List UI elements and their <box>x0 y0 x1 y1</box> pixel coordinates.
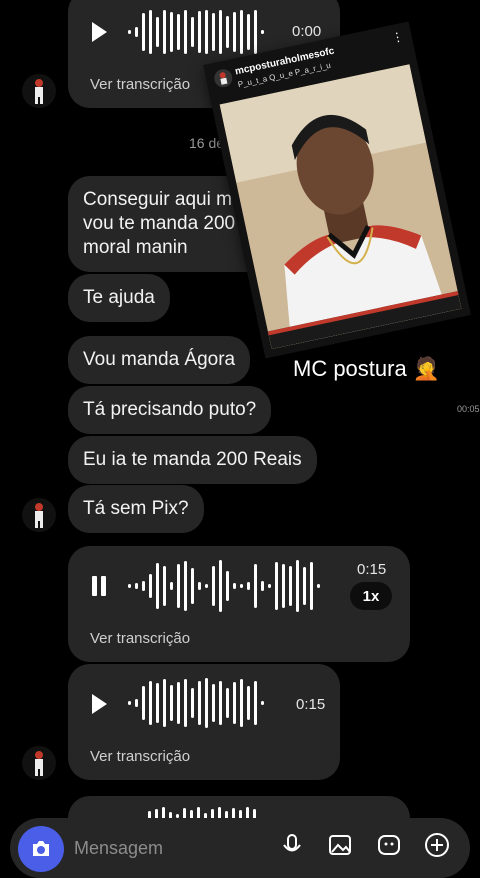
side-timestamp: 00:05 <box>457 404 480 414</box>
avatar-figure-icon <box>35 79 43 104</box>
message-line: moral manin <box>83 237 188 258</box>
plus-icon[interactable] <box>424 832 450 858</box>
pause-icon[interactable] <box>92 576 106 596</box>
waveform <box>128 8 264 56</box>
message-bubble[interactable]: Eu ia te manda 200 Reais <box>68 436 317 484</box>
contact-avatar[interactable] <box>22 746 56 780</box>
sticker-icon[interactable] <box>376 832 402 858</box>
microphone-icon[interactable] <box>279 832 305 858</box>
view-transcript-link[interactable]: Ver transcrição <box>90 748 190 765</box>
post-avatar-icon <box>214 69 233 88</box>
person-photo-illustration <box>219 64 462 350</box>
message-input[interactable]: Mensagem <box>74 838 163 859</box>
message-bubble[interactable]: Tá precisando puto? <box>68 386 272 434</box>
avatar-figure-icon <box>35 503 43 528</box>
voice-duration: 0:00 <box>292 23 322 40</box>
voice-message: 0:15 Ver transcrição <box>68 664 340 780</box>
camera-icon[interactable] <box>18 826 64 872</box>
more-vertical-icon[interactable]: ⋮ <box>390 29 405 45</box>
avatar-figure-icon <box>35 751 43 776</box>
contact-avatar[interactable] <box>22 498 56 532</box>
voice-message-playing: 0:15 1x Ver transcrição <box>68 546 410 662</box>
camera-glyph-icon <box>33 841 49 856</box>
voice-duration: 0:15 <box>357 561 387 578</box>
waveform <box>128 678 264 728</box>
playback-speed-button[interactable]: 1x <box>350 582 392 610</box>
post-photo <box>219 64 462 350</box>
image-icon[interactable] <box>327 832 353 858</box>
play-icon[interactable] <box>92 694 107 714</box>
view-transcript-link[interactable]: Ver transcrição <box>90 76 190 93</box>
play-icon[interactable] <box>92 22 107 42</box>
contact-avatar[interactable] <box>22 74 56 108</box>
message-bubble[interactable]: Tá sem Pix? <box>68 485 204 533</box>
voice-duration: 0:15 <box>296 696 326 713</box>
shared-post-card[interactable]: mcposturaholmesofc P_u_t_a Q_u_e P_a_r_i… <box>203 21 471 359</box>
message-bubble[interactable]: Te ajuda <box>68 274 170 322</box>
waveform <box>128 560 320 612</box>
message-bubble[interactable]: Vou manda Ágora <box>68 336 251 384</box>
post-caption: MC postura 🤦 <box>293 356 441 381</box>
view-transcript-link[interactable]: Ver transcrição <box>90 630 190 647</box>
